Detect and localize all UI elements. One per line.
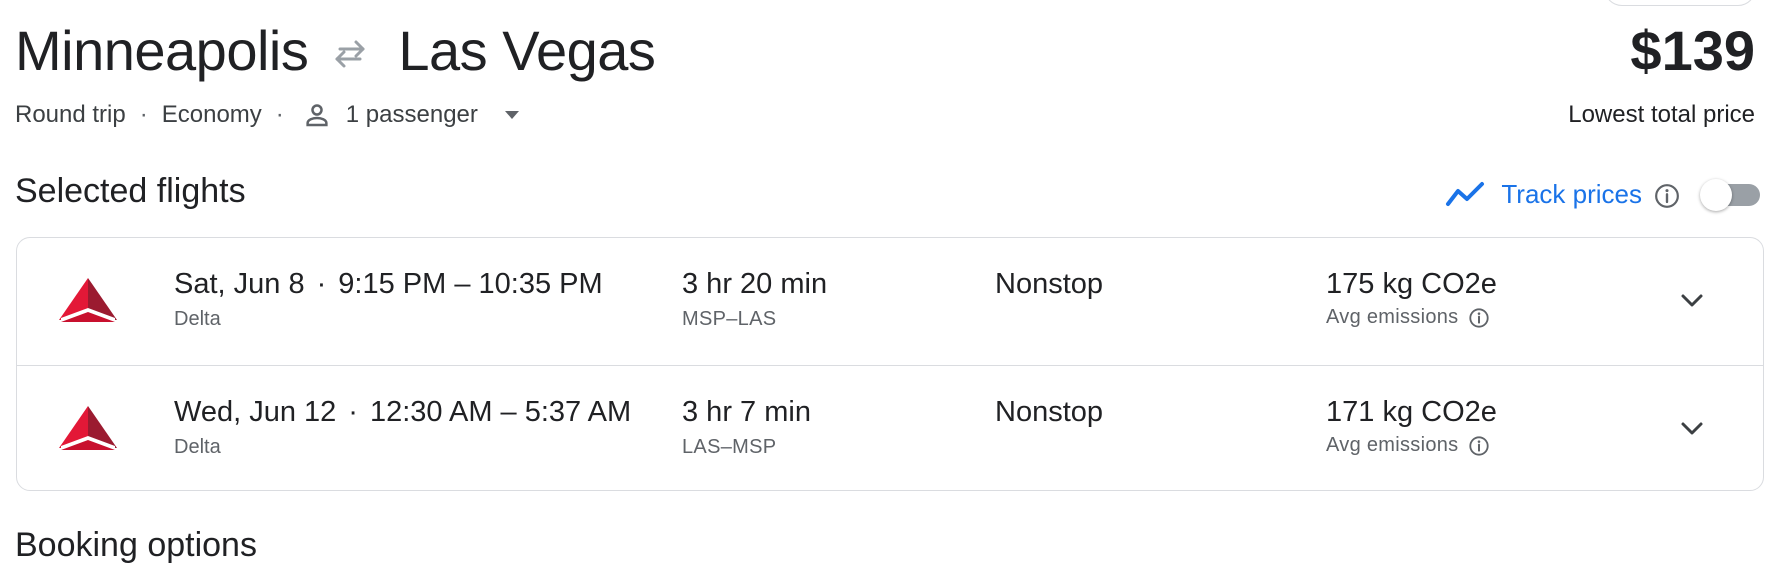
separator-dot: · (275, 101, 284, 128)
origin-city: Minneapolis (15, 19, 309, 82)
flight-duration: 3 hr 20 min (682, 268, 828, 300)
flight-row[interactable]: Sat, Jun 8 · 9:15 PM – 10:35 PM Delta 3 hr… (17, 238, 1763, 366)
flight-date: Sat, Jun 8 (174, 268, 305, 300)
chevron-down-icon[interactable] (1677, 286, 1707, 316)
separator-dot: · (139, 101, 148, 128)
toggle-knob (1700, 179, 1732, 211)
swap-arrows-icon (335, 40, 365, 68)
separator-dot: · (348, 396, 358, 428)
price-caption: Lowest total price (1568, 101, 1755, 128)
section-title: Selected flights (15, 172, 246, 210)
flight-times: Sat, Jun 8 · 9:15 PM – 10:35 PM (174, 268, 603, 301)
track-prices: Track prices (1445, 174, 1760, 214)
caret-down-icon (504, 111, 519, 119)
flight-stops: Nonstop (995, 268, 1104, 300)
destination-city: Las Vegas (398, 19, 656, 82)
airline-name: Delta (174, 436, 221, 458)
selected-flights-card: Sat, Jun 8 · 9:15 PM – 10:35 PM Delta 3 hr… (16, 237, 1764, 491)
booking-options-heading: Booking options (15, 526, 257, 564)
person-icon (306, 104, 328, 127)
info-icon[interactable] (1654, 183, 1680, 209)
flight-times: Wed, Jun 12 · 12:30 AM – 5:37 AM (174, 396, 631, 429)
flight-emissions: 171 kg CO2e (1326, 396, 1497, 428)
separator-dot: · (316, 268, 327, 300)
chevron-down-icon[interactable] (1677, 414, 1707, 444)
trip-summary: Round trip · Economy · 1 passenger (15, 98, 522, 132)
flight-airports: LAS–MSP (682, 436, 777, 458)
emissions-label: Avg emissions (1326, 306, 1490, 329)
cabin-class: Economy (161, 101, 262, 128)
top-pill-button[interactable] (1604, 0, 1756, 6)
flight-stops: Nonstop (995, 396, 1104, 428)
trending-line-icon (1446, 182, 1485, 206)
flight-duration: 3 hr 7 min (682, 396, 811, 428)
flight-time-range: 12:30 AM – 5:37 AM (369, 396, 632, 428)
emissions-label: Avg emissions (1326, 434, 1490, 457)
delta-logo-icon (59, 278, 117, 322)
info-icon[interactable] (1468, 435, 1490, 457)
track-prices-label[interactable]: Track prices (1501, 179, 1642, 210)
flight-row[interactable]: Wed, Jun 12 · 12:30 AM – 5:37 AM Delta 3 h… (17, 366, 1763, 490)
flight-airports: MSP–LAS (682, 308, 777, 330)
trip-type: Round trip (15, 101, 126, 128)
route-header: Minneapolis Las Vegas (15, 19, 656, 82)
flight-time-range: 9:15 PM – 10:35 PM (338, 268, 603, 300)
passenger-count: 1 passenger (345, 101, 478, 128)
info-icon[interactable] (1468, 307, 1490, 329)
track-prices-toggle[interactable] (1700, 174, 1760, 214)
emissions-label-text: Avg emissions (1326, 306, 1459, 328)
emissions-label-text: Avg emissions (1326, 434, 1459, 456)
airline-name: Delta (174, 308, 221, 330)
passenger-selector[interactable]: 1 passenger (298, 100, 522, 130)
flight-date: Wed, Jun 12 (174, 396, 337, 428)
lowest-price: $139 (1630, 19, 1755, 82)
flight-emissions: 175 kg CO2e (1326, 268, 1497, 300)
delta-logo-icon (59, 406, 117, 450)
